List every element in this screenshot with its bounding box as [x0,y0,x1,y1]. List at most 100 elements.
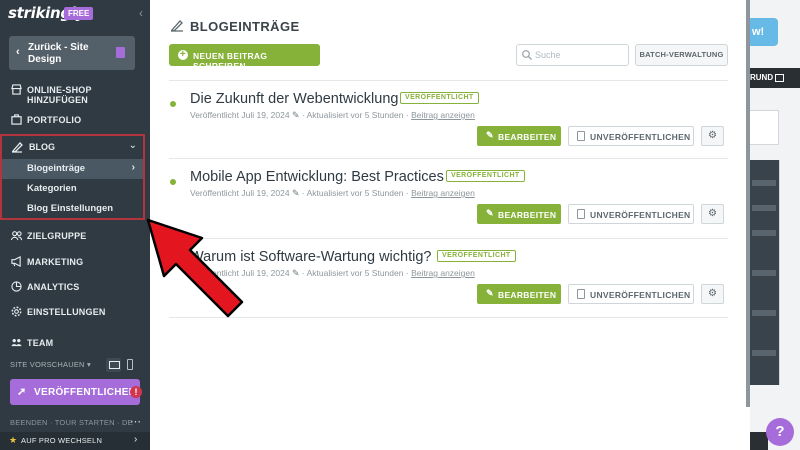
sidebar: strikingly FREE ‹ ‹ Zurück - Site Design… [0,0,150,450]
pencil-icon[interactable]: ✎ [292,188,300,198]
pencil-icon[interactable]: ✎ [292,268,300,278]
sidebar-item-einstellungen[interactable]: EINSTELLUNGEN [0,305,150,321]
chevron-right-icon: › [134,434,138,445]
search-icon [522,50,532,60]
status-badge: VERÖFFENTLICHT [437,250,516,262]
edit-post-button[interactable]: ✎ BEARBEITEN [477,284,561,304]
document-icon [577,209,585,219]
sidebar-item-online-shop[interactable]: ONLINE-SHOP HINZUFÜGEN [0,83,150,111]
blog-section-highlight: BLOG ⌄ Blogeinträge › Kategorien Blog Ei… [0,134,145,220]
document-icon [577,131,585,141]
unpublish-post-button[interactable]: UNVERÖFFENTLICHEN [568,126,694,146]
status-badge: VERÖFFENTLICHT [400,92,479,104]
updated-time: Aktualisiert vor 5 Stunden [306,268,404,278]
search-box[interactable] [516,44,629,66]
edit-post-button[interactable]: ✎ BEARBEITEN [477,204,561,224]
desktop-preview-icon[interactable] [106,358,121,372]
sidebar-header: strikingly FREE ‹ [0,0,150,30]
star-icon: ★ [9,435,18,445]
caret-down-icon: ▾ [86,360,91,369]
view-post-link[interactable]: Beitrag anzeigen [411,188,475,198]
upgrade-pro-label: AUF PRO WECHSELN [21,436,103,445]
publish-button[interactable]: ➚ VERÖFFENTLICHEN ! [10,379,142,405]
team-icon [11,339,22,347]
sidebar-item-team[interactable]: TEAM [0,336,150,352]
back-to-site-design-button[interactable]: ‹ Zurück - Site Design [9,36,135,70]
site-preview-label: SITE VORSCHAUEN [10,360,85,369]
publish-button-label: VERÖFFENTLICHEN [34,387,137,398]
background-button-label: RUND [750,73,774,82]
sidebar-item-zielgruppe[interactable]: ZIELGRUPPE [0,229,150,245]
gear-icon: ⚙ [708,208,717,219]
sidebar-item-label: ANALYTICS [27,282,80,292]
rocket-icon: ➚ [17,386,27,398]
blog-icon [170,20,183,32]
sidebar-subitem-label: Blogeinträge [27,163,86,174]
help-button[interactable]: ? [766,418,794,446]
site-preview-dropdown[interactable]: SITE VORSCHAUEN ▾ [10,360,91,369]
document-icon [577,289,585,299]
published-status-dot [170,101,176,107]
sidebar-item-label: PORTFOLIO [27,115,82,125]
sidebar-subitem-blog-einstellungen[interactable]: Blog Einstellungen [2,199,143,219]
sidebar-subitem-blogeintraege[interactable]: Blogeinträge › [2,159,143,179]
sidebar-item-label: MARKETING [27,257,84,267]
view-post-link[interactable]: Beitrag anzeigen [411,110,475,120]
sidebar-item-portfolio[interactable]: PORTFOLIO [0,113,150,129]
unpublish-button-label: UNVERÖFFENTLICHEN [590,210,691,220]
post-title[interactable]: Die Zukunft der Webentwicklung [190,91,398,107]
background-section-frame [750,110,779,145]
image-icon [775,74,784,82]
megaphone-icon [11,256,21,267]
mobile-preview-icon[interactable] [127,359,133,370]
page-title: BLOGEINTRÄGE [190,19,300,34]
edit-post-button[interactable]: ✎ BEARBEITEN [477,126,561,146]
alert-badge: ! [130,386,142,398]
pencil-icon[interactable]: ✎ [292,110,300,120]
plan-badge: FREE [64,7,94,20]
post-title[interactable]: Mobile App Entwicklung: Best Practices [190,169,444,185]
edit-button-label: BEARBEITEN [498,210,557,220]
post-settings-button[interactable]: ⚙ [701,126,724,146]
chevron-left-icon: ‹ [16,46,20,58]
chevron-right-icon: › [131,162,135,173]
view-post-link[interactable]: Beitrag anzeigen [411,268,475,278]
pencil-icon: ✎ [486,288,494,298]
footer-links[interactable]: BEENDEN · TOUR STARTEN · DE ⋯ [10,416,141,428]
upgrade-pro-bar[interactable]: ★ AUF PRO WECHSELN › [0,432,150,450]
sidebar-item-blog[interactable]: BLOG ⌄ [2,136,143,158]
more-options-icon[interactable]: ⋯ [130,415,141,428]
sidebar-item-analytics[interactable]: ANALYTICS [0,280,150,296]
edit-button-label: BEARBEITEN [498,132,557,142]
page-icon [116,47,125,58]
pencil-icon: ✎ [486,208,494,218]
sidebar-item-marketing[interactable]: MARKETING [0,255,150,271]
post-settings-button[interactable]: ⚙ [701,204,724,224]
background-cta-button[interactable]: w! [750,18,778,46]
sidebar-subitem-kategorien[interactable]: Kategorien [2,179,143,199]
new-post-label: NEUEN BEITRAG SCHREIBEN [193,51,268,71]
blog-post-row: Die Zukunft der Webentwicklung VERÖFFENT… [169,80,728,160]
sidebar-item-label: ONLINE-SHOP HINZUFÜGEN [27,85,92,105]
published-date: Veröffentlicht Juli 19, 2024 [190,188,290,198]
new-post-button[interactable]: + NEUEN BEITRAG SCHREIBEN [169,44,320,71]
list-divider [169,317,728,318]
audience-icon [11,231,22,241]
search-input[interactable] [535,48,625,62]
blog-icon [11,142,23,153]
edit-button-label: BEARBEITEN [498,290,557,300]
unpublish-post-button[interactable]: UNVERÖFFENTLICHEN [568,204,694,224]
published-date: Veröffentlicht Juli 19, 2024 [190,110,290,120]
unpublish-post-button[interactable]: UNVERÖFFENTLICHEN [568,284,694,304]
batch-management-button[interactable]: BATCH-VERWALTUNG [635,44,728,66]
updated-time: Aktualisiert vor 5 Stunden [306,110,404,120]
blog-post-row: Warum ist Software-Wartung wichtig? VERÖ… [169,238,728,318]
pencil-icon: ✎ [486,130,494,140]
collapse-sidebar-icon[interactable]: ‹ [139,6,143,20]
unpublish-button-label: UNVERÖFFENTLICHEN [590,132,691,142]
chevron-down-icon: ⌄ [128,140,137,151]
sidebar-item-label: ZIELGRUPPE [27,231,87,241]
post-settings-button[interactable]: ⚙ [701,284,724,304]
background-image-button[interactable]: RUND [750,68,800,88]
sidebar-footer-links[interactable]: BEENDEN · TOUR STARTEN · DE [10,418,133,427]
